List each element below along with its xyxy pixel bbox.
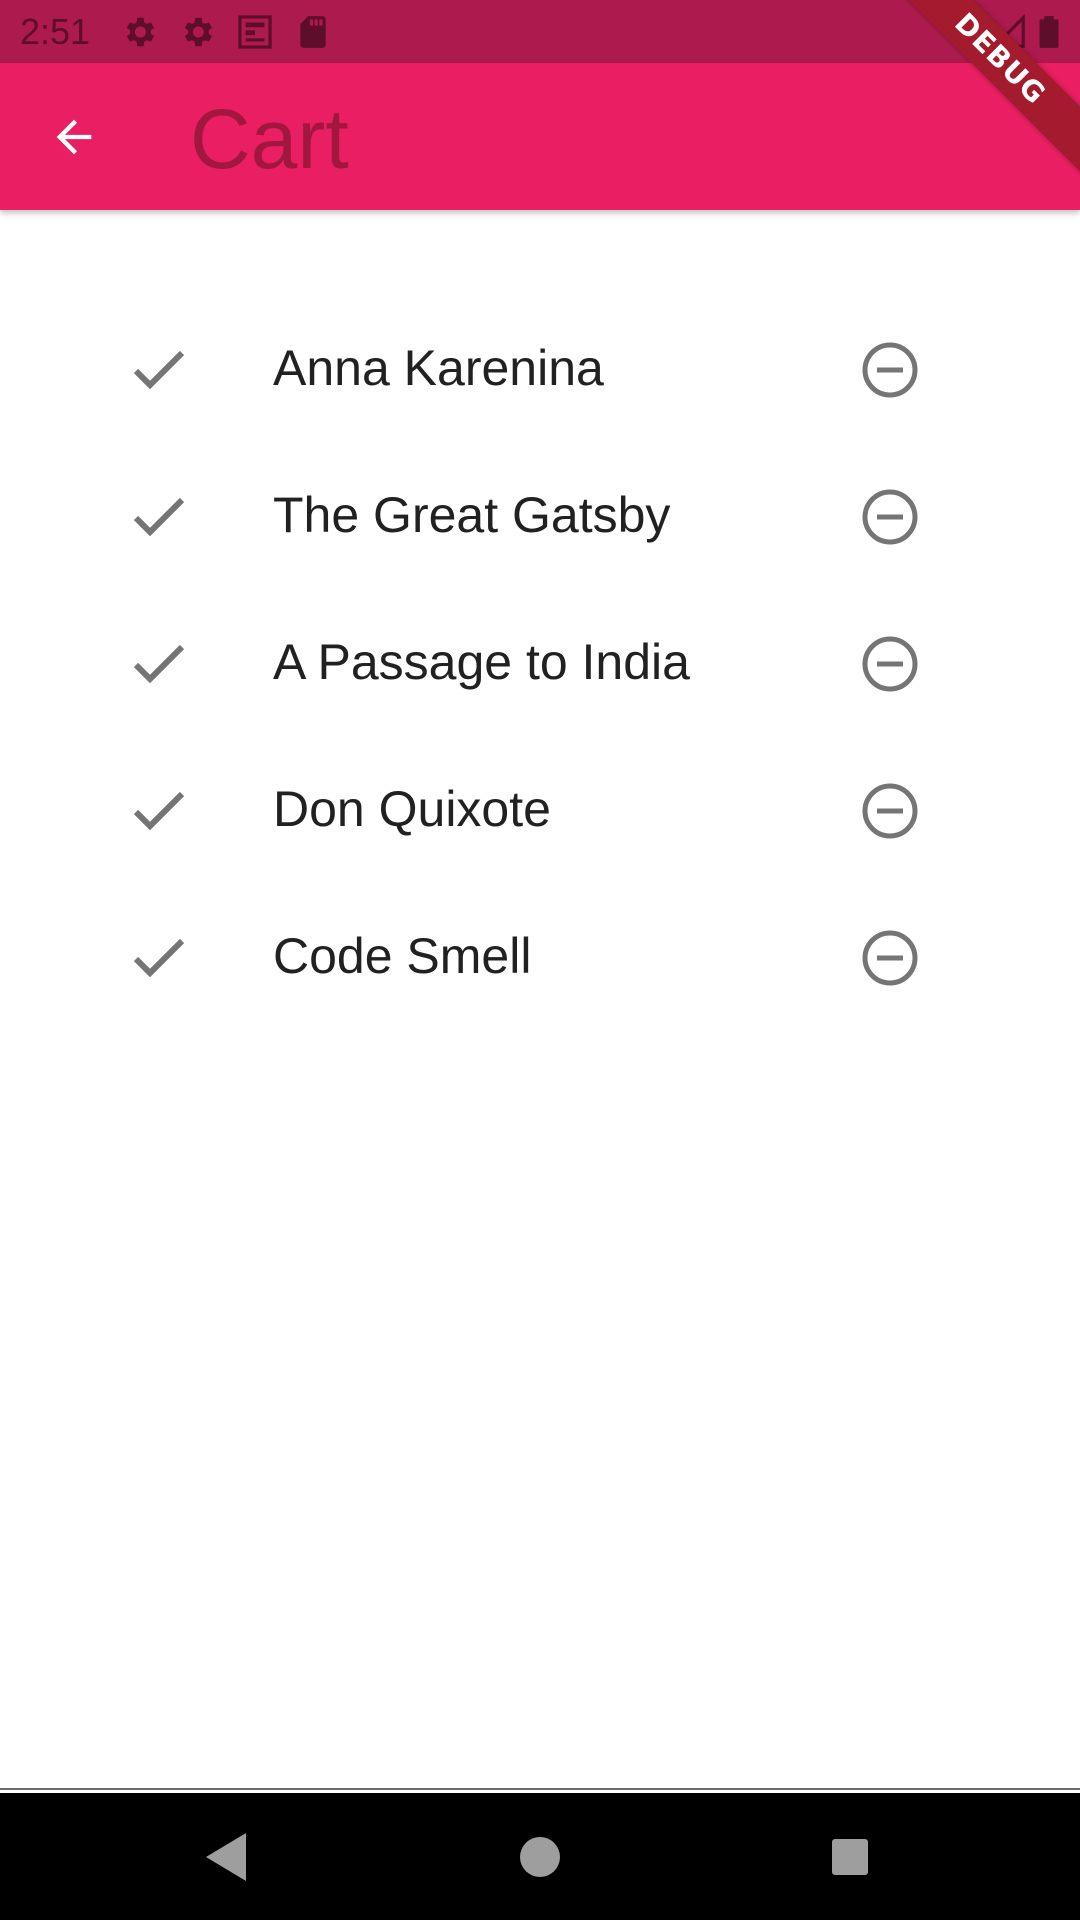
item-title: A Passage to India <box>273 634 690 690</box>
news-icon <box>236 13 274 51</box>
back-button[interactable] <box>30 93 118 181</box>
settings-icon <box>120 13 158 51</box>
system-nav-bar <box>0 1793 1080 1920</box>
list-item: A Passage to India <box>0 589 1080 736</box>
sd-card-icon <box>294 13 332 51</box>
item-title: Anna Karenina <box>273 340 604 396</box>
list-item: The Great Gatsby <box>0 442 1080 589</box>
check-icon <box>130 933 186 981</box>
remove-circle-icon[interactable] <box>860 928 920 988</box>
remove-circle-icon[interactable] <box>860 634 920 694</box>
battery-icon <box>1030 13 1068 51</box>
item-title: Code Smell <box>273 928 532 984</box>
arrow-back-icon <box>56 119 92 155</box>
check-icon <box>130 492 186 540</box>
settings-icon <box>178 13 216 51</box>
check-icon <box>130 345 186 393</box>
remove-circle-icon[interactable] <box>860 487 920 547</box>
cart-list: Anna Karenina The Great Gatsby A Passage… <box>0 295 1080 1030</box>
status-time: 2:51 <box>20 11 91 52</box>
check-icon <box>130 786 186 834</box>
nav-divider <box>0 1788 1080 1790</box>
home-circle-icon[interactable] <box>508 1825 572 1889</box>
remove-circle-icon[interactable] <box>860 781 920 841</box>
check-icon <box>130 639 186 687</box>
list-item: Anna Karenina <box>0 295 1080 442</box>
remove-circle-icon[interactable] <box>860 340 920 400</box>
item-title: The Great Gatsby <box>273 487 671 543</box>
page-title: Cart <box>190 92 349 186</box>
list-item: Don Quixote <box>0 736 1080 883</box>
back-triangle-icon[interactable] <box>194 1825 258 1889</box>
item-title: Don Quixote <box>273 781 551 837</box>
list-item: Code Smell <box>0 883 1080 1030</box>
recents-square-icon[interactable] <box>818 1825 882 1889</box>
app-bar: Cart <box>0 63 1080 210</box>
